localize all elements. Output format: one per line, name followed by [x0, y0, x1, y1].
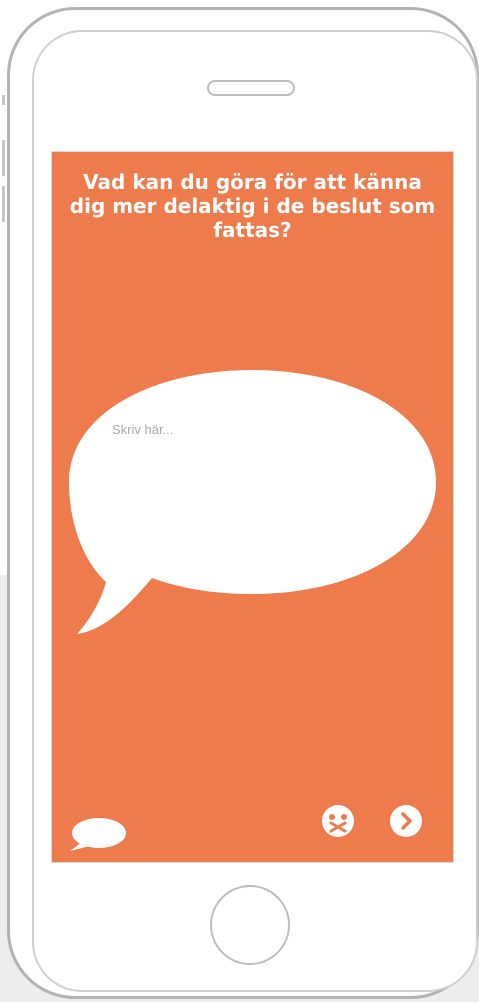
phone-volume-button	[2, 186, 5, 222]
phone-volume-button	[2, 140, 5, 176]
chevron-right-icon	[401, 812, 412, 830]
app-screen: Vad kan du göra för att känna dig mer de…	[51, 151, 454, 863]
chat-button[interactable]	[68, 816, 126, 852]
phone-speaker	[207, 80, 295, 96]
silent-face-icon	[329, 814, 347, 833]
skip-button[interactable]	[322, 805, 354, 837]
answer-input[interactable]	[112, 422, 392, 572]
speech-bubble-icon	[70, 818, 126, 851]
next-button[interactable]	[390, 805, 422, 837]
phone-side-button	[2, 95, 5, 105]
home-button[interactable]	[210, 885, 290, 965]
